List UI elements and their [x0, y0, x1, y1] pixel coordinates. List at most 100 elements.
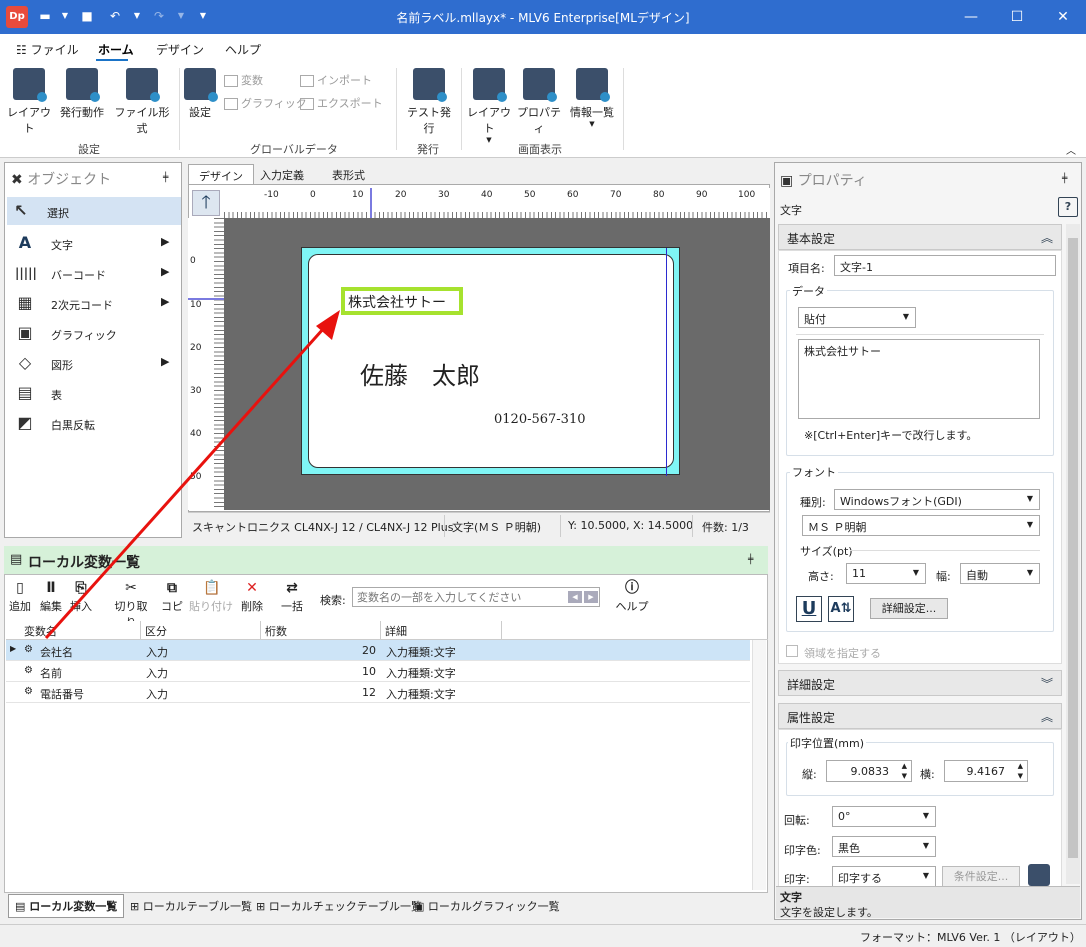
- help-icon[interactable]: ?: [1058, 197, 1078, 217]
- pin-icon[interactable]: ╪: [748, 555, 753, 565]
- scroll-up-button[interactable]: 🡑: [192, 190, 220, 216]
- pin-icon[interactable]: ╪: [163, 173, 168, 183]
- object-graphic[interactable]: ▣ グラフィック: [11, 319, 181, 347]
- object-invert[interactable]: ◩ 白黒反転: [11, 409, 181, 437]
- section-advanced-header[interactable]: 詳細設定 ︾: [778, 670, 1062, 696]
- maximize-icon[interactable]: ☐: [994, 0, 1040, 34]
- phone-text-object[interactable]: 0120-567-310: [494, 412, 586, 427]
- col-header-name[interactable]: 変数名: [20, 621, 141, 639]
- tab-table-format[interactable]: 表形式: [322, 164, 375, 184]
- region-checkbox[interactable]: [786, 645, 798, 657]
- object-table[interactable]: ▤ 表: [11, 379, 181, 407]
- property-button[interactable]: プロパティ: [516, 68, 562, 136]
- view-layout-label: レイアウト: [467, 106, 511, 135]
- label-canvas[interactable]: 株式会社サトー 佐藤 太郎 0120-567-310: [224, 218, 770, 510]
- layout-button[interactable]: レイアウト: [6, 68, 52, 136]
- section-attr-header[interactable]: 属性設定 ︽: [778, 703, 1062, 729]
- close-icon[interactable]: ✕: [1040, 0, 1086, 34]
- item-name-input[interactable]: 文字-1: [834, 255, 1056, 276]
- height-select[interactable]: 11: [846, 563, 926, 584]
- company-text-object[interactable]: 株式会社サトー: [341, 287, 463, 315]
- tab-local-check-tables[interactable]: ⊞ ローカルチェックテーブル一覧: [256, 898, 422, 914]
- add-button[interactable]: ▯ 追加: [4, 580, 36, 614]
- tab-local-tables[interactable]: ⊞ ローカルテーブル一覧: [130, 898, 252, 914]
- menu-file[interactable]: ☷ ファイル: [16, 41, 79, 58]
- menu-design[interactable]: デザイン: [156, 41, 204, 58]
- rotate-select[interactable]: 0°: [832, 806, 936, 827]
- table-row[interactable]: ⚙ 名前 入力 10 入力種類:文字: [6, 661, 750, 682]
- menu-help[interactable]: ヘルプ: [225, 41, 261, 58]
- printer-icon[interactable]: [1028, 864, 1050, 886]
- pin-icon[interactable]: ╪: [1062, 174, 1067, 184]
- collapse-ribbon-icon[interactable]: ︿: [1066, 142, 1076, 157]
- font-name-select[interactable]: ＭＳ Ｐ明朝: [802, 515, 1040, 536]
- import-button[interactable]: インポート: [300, 72, 372, 88]
- search-input[interactable]: [352, 587, 600, 607]
- issue-action-button[interactable]: 発行動作: [56, 68, 108, 120]
- object-barcode[interactable]: ||||| バーコード ▶: [11, 259, 181, 287]
- file-format-button[interactable]: ファイル形式: [112, 68, 172, 136]
- condition-settings-button[interactable]: 条件設定...: [942, 866, 1020, 887]
- test-issue-button[interactable]: テスト発行: [402, 68, 456, 136]
- vertical-scrollbar[interactable]: [752, 640, 766, 890]
- tab-input-definition[interactable]: 入力定義: [250, 164, 314, 184]
- paste-button[interactable]: 📋 貼り付け: [189, 580, 233, 614]
- info-list-button[interactable]: 情報一覧 ▼: [566, 68, 618, 128]
- search-prev-icon[interactable]: ◀: [568, 591, 582, 603]
- col-header-digits[interactable]: 桁数: [261, 621, 381, 639]
- ruler-label: 30: [190, 386, 202, 396]
- scrollbar-thumb[interactable]: [1068, 238, 1078, 858]
- variable-button[interactable]: 変数: [224, 72, 263, 88]
- width-label: 幅:: [936, 570, 951, 583]
- object-shape[interactable]: ◇ 図形 ▶: [11, 349, 181, 377]
- v-pos-spinner[interactable]: 9.0833: [826, 760, 912, 782]
- data-type-select[interactable]: 貼付: [798, 307, 916, 328]
- object-2d-code[interactable]: ▦ 2次元コード ▶: [11, 289, 181, 317]
- print-select[interactable]: 印字する: [832, 866, 936, 887]
- delete-button[interactable]: ✕ 削除: [236, 580, 268, 614]
- edit-button[interactable]: Ⅱ 編集: [35, 580, 67, 614]
- check-table-icon: ⊞: [256, 900, 266, 913]
- section-advanced-title: 詳細設定: [787, 678, 836, 692]
- object-select[interactable]: ↖ 選択: [7, 197, 181, 225]
- view-layout-button[interactable]: レイアウト ▼: [466, 68, 512, 144]
- object-invert-label: 白黒反転: [51, 419, 95, 432]
- width-select[interactable]: 自動: [960, 563, 1040, 584]
- batch-button[interactable]: ⇄ 一括: [276, 580, 308, 614]
- tab-local-vars[interactable]: ▤ ローカル変数一覧: [8, 894, 125, 918]
- name-text-object[interactable]: 佐藤 太郎: [360, 356, 480, 391]
- tab-local-tables-label: ローカルテーブル一覧: [142, 900, 253, 913]
- tab-design[interactable]: デザイン: [188, 164, 254, 184]
- graphic-button[interactable]: グラフィック: [224, 95, 307, 111]
- table-row[interactable]: ⚙ 電話番号 入力 12 入力種類:文字: [6, 682, 750, 703]
- col-header-detail[interactable]: 詳細: [381, 621, 502, 639]
- object-table-label: 表: [51, 389, 62, 402]
- help-button[interactable]: ⓘ ヘルプ: [614, 580, 650, 614]
- data-value-textarea[interactable]: 株式会社サトー: [798, 339, 1040, 419]
- section-basic-header[interactable]: 基本設定 ︽: [778, 224, 1062, 250]
- table-row[interactable]: ▶ ⚙ 会社名 入力 20 入力種類:文字: [6, 640, 750, 661]
- minimize-icon[interactable]: —: [948, 0, 994, 34]
- underline-button[interactable]: U: [796, 596, 822, 622]
- ruler-label: 50: [190, 472, 202, 482]
- detail-settings-button[interactable]: 詳細設定...: [870, 598, 948, 619]
- active-tab-underline: [96, 59, 128, 61]
- delete-label: 削除: [241, 600, 263, 613]
- col-header-kind[interactable]: 区分: [141, 621, 261, 639]
- object-text[interactable]: A 文字 ▶: [11, 229, 181, 257]
- folder-gear-icon: [184, 68, 218, 102]
- global-settings-button[interactable]: 設定: [184, 68, 218, 120]
- font-kind-select[interactable]: Windowsフォント(GDI): [834, 489, 1040, 510]
- ruler-label: 50: [524, 190, 536, 200]
- submenu-arrow-icon: ▶: [161, 355, 170, 368]
- property-scrollbar[interactable]: [1066, 224, 1080, 884]
- search-next-icon[interactable]: ▶: [584, 591, 598, 603]
- print-color-select[interactable]: 黒色: [832, 836, 936, 857]
- color-label: 印字色:: [784, 844, 821, 857]
- vertical-text-button[interactable]: A⇅: [828, 596, 854, 622]
- tab-local-graphics[interactable]: ▣ ローカルグラフィック一覧: [414, 898, 560, 914]
- insert-button[interactable]: ⎘ 挿入: [65, 580, 97, 614]
- export-button[interactable]: エクスポート: [300, 95, 383, 111]
- menu-home[interactable]: ホーム: [98, 41, 134, 58]
- h-pos-spinner[interactable]: 9.4167: [944, 760, 1028, 782]
